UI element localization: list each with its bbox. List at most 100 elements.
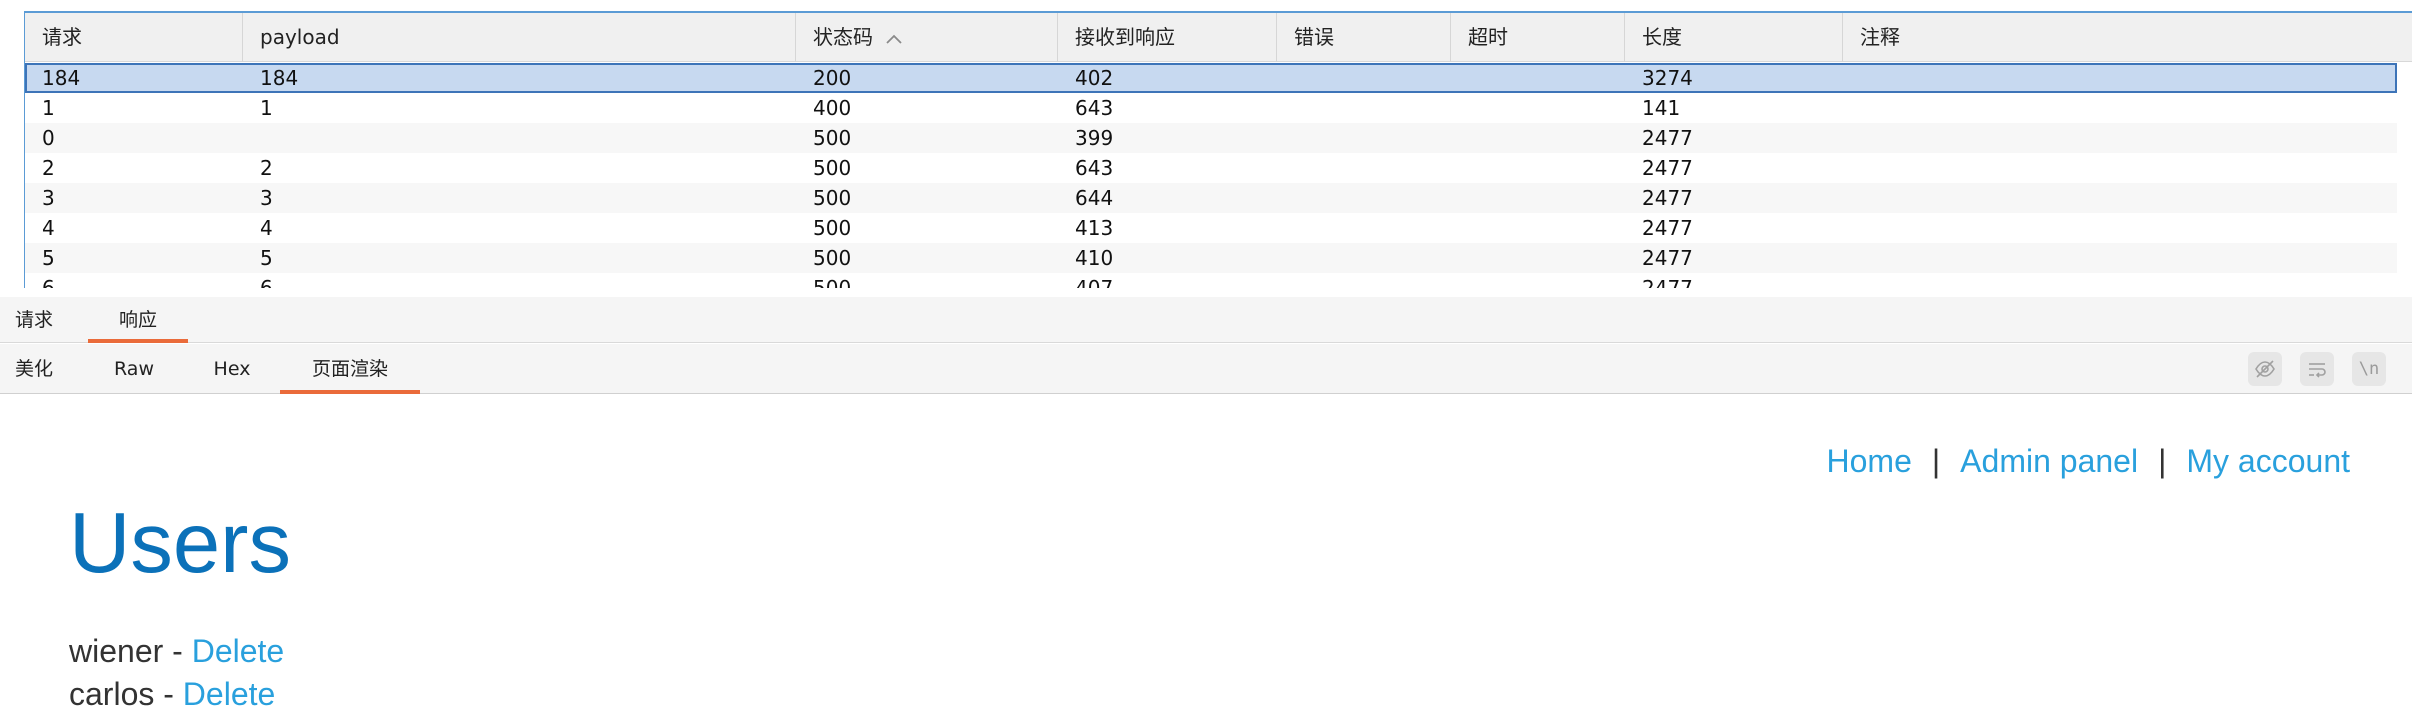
table-row[interactable]: 6 6 500 407 2477 [25, 273, 2397, 288]
cell-request: 1 [42, 96, 55, 120]
tab-render[interactable]: 页面渲染 [280, 344, 420, 394]
cell-status: 500 [813, 246, 852, 270]
wrap-lines-icon[interactable] [2300, 352, 2334, 386]
view-tabs: 美化 Raw Hex 页面渲染 \n [0, 344, 2412, 394]
cell-payload: 2 [260, 156, 273, 180]
cell-response-received: 643 [1075, 96, 1114, 120]
column-header-length[interactable]: 长度 [1625, 13, 1843, 62]
table-row-selected[interactable]: 184 184 200 402 3274 [25, 63, 2397, 93]
cell-error [1277, 243, 1294, 273]
user-entry: carlos - Delete [69, 676, 275, 713]
table-row[interactable]: 4 4 500 413 2477 [25, 213, 2397, 243]
cell-length: 2477 [1642, 186, 1693, 210]
tab-hex[interactable]: Hex [198, 344, 266, 394]
cell-payload: 1 [260, 96, 273, 120]
tab-raw[interactable]: Raw [100, 344, 168, 394]
tab-response[interactable]: 响应 [88, 297, 188, 343]
cell-error [1277, 153, 1294, 183]
cell-length: 141 [1642, 96, 1681, 120]
sort-ascending-icon [885, 14, 903, 63]
burp-intruder-results: 请求 payload 状态码 接收到响应 错误 超时 长度 注释 184 184 2… [0, 0, 2412, 723]
tab-pretty[interactable]: 美化 [0, 344, 68, 394]
column-header-error[interactable]: 错误 [1277, 13, 1451, 62]
cell-status: 500 [813, 126, 852, 150]
cell-response-received: 644 [1075, 186, 1114, 210]
eye-off-icon[interactable] [2248, 352, 2282, 386]
cell-comment [1843, 213, 1860, 243]
cell-timeout [1451, 213, 1468, 243]
cell-payload [243, 123, 260, 153]
user-dash: - [154, 676, 183, 712]
page-title: Users [69, 496, 291, 591]
cell-timeout [1451, 273, 1468, 288]
cell-payload: 184 [260, 66, 299, 90]
cell-status: 400 [813, 96, 852, 120]
cell-length: 2477 [1642, 216, 1693, 240]
column-header-payload[interactable]: payload [243, 13, 796, 62]
column-header-response-received[interactable]: 接收到响应 [1058, 13, 1277, 62]
table-row[interactable]: 5 5 500 410 2477 [25, 243, 2397, 273]
nav-link-home[interactable]: Home [1827, 443, 1912, 479]
cell-error [1277, 213, 1294, 243]
nav-separator: | [2158, 443, 2167, 479]
nav-link-my-account[interactable]: My account [2186, 443, 2350, 479]
column-header-status[interactable]: 状态码 [796, 13, 1058, 62]
cell-status: 500 [813, 156, 852, 180]
nav-link-admin-panel[interactable]: Admin panel [1960, 443, 2138, 479]
user-name: carlos [69, 676, 155, 712]
cell-timeout [1451, 63, 1468, 93]
user-entry: wiener - Delete [69, 633, 284, 670]
cell-length: 2477 [1642, 246, 1693, 270]
cell-request: 6 [42, 276, 55, 288]
cell-timeout [1451, 183, 1468, 213]
user-dash: - [163, 633, 192, 669]
cell-timeout [1451, 153, 1468, 183]
cell-request: 5 [42, 246, 55, 270]
message-tabs: 请求 响应 [0, 297, 2412, 343]
delete-user-link[interactable]: Delete [183, 676, 276, 712]
cell-comment [1843, 153, 1860, 183]
cell-request: 3 [42, 186, 55, 210]
delete-user-link[interactable]: Delete [192, 633, 285, 669]
cell-request: 4 [42, 216, 55, 240]
cell-error [1277, 93, 1294, 123]
cell-payload: 3 [260, 186, 273, 210]
column-header-timeout[interactable]: 超时 [1451, 13, 1625, 62]
cell-comment [1843, 273, 1860, 288]
cell-request: 2 [42, 156, 55, 180]
cell-error [1277, 63, 1294, 93]
tab-request[interactable]: 请求 [0, 297, 68, 343]
cell-error [1277, 123, 1294, 153]
cell-request: 0 [42, 126, 55, 150]
cell-comment [1843, 183, 1860, 213]
results-table: 请求 payload 状态码 接收到响应 错误 超时 长度 注释 184 184 2… [24, 11, 2412, 288]
cell-timeout [1451, 243, 1468, 273]
cell-response-received: 407 [1075, 276, 1114, 288]
cell-request: 184 [42, 66, 81, 90]
cell-length: 2477 [1642, 276, 1693, 288]
table-row[interactable]: 0 500 399 2477 [25, 123, 2397, 153]
cell-comment [1843, 93, 1860, 123]
cell-payload: 5 [260, 246, 273, 270]
cell-response-received: 410 [1075, 246, 1114, 270]
cell-comment [1843, 123, 1860, 153]
cell-payload: 6 [260, 276, 273, 288]
cell-length: 3274 [1642, 66, 1693, 90]
cell-error [1277, 273, 1294, 288]
cell-length: 2477 [1642, 156, 1693, 180]
table-header: 请求 payload 状态码 接收到响应 错误 超时 长度 注释 [25, 13, 2412, 62]
column-header-comment[interactable]: 注释 [1843, 13, 2412, 62]
newline-icon[interactable]: \n [2352, 352, 2386, 386]
user-name: wiener [69, 633, 164, 669]
rendered-page: Home | Admin panel | My account Users wiener… [0, 395, 2412, 723]
column-header-request[interactable]: 请求 [25, 13, 243, 62]
column-header-status-label: 状态码 [813, 25, 873, 49]
cell-timeout [1451, 93, 1468, 123]
cell-payload: 4 [260, 216, 273, 240]
cell-response-received: 643 [1075, 156, 1114, 180]
table-row[interactable]: 3 3 500 644 2477 [25, 183, 2397, 213]
table-row[interactable]: 1 1 400 643 141 [25, 93, 2397, 123]
table-row[interactable]: 2 2 500 643 2477 [25, 153, 2397, 183]
cell-status: 200 [813, 66, 852, 90]
cell-response-received: 399 [1075, 126, 1114, 150]
